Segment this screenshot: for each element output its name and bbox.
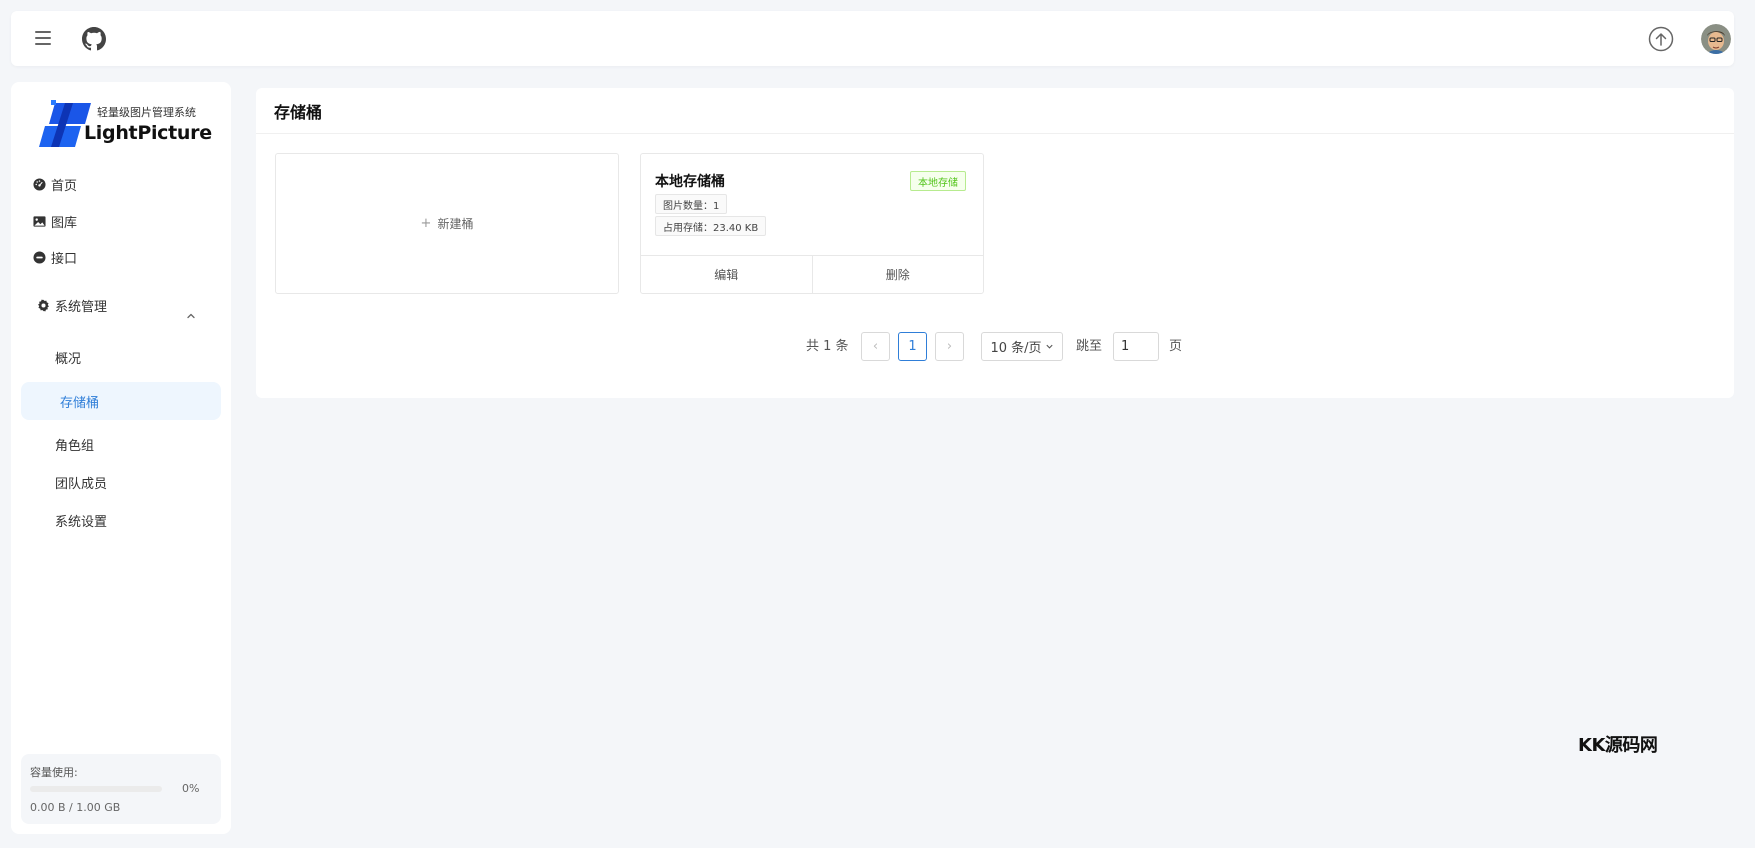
pagination-page-suffix: 页 <box>1169 339 1183 354</box>
github-icon[interactable] <box>82 27 106 51</box>
new-bucket-label: 新建桶 <box>437 217 474 231</box>
chevron-up-icon[interactable] <box>185 310 197 322</box>
sidebar-item-roles[interactable]: 角色组 <box>55 429 94 459</box>
sidebar-item-buckets[interactable]: 存储桶 <box>21 382 221 420</box>
quota-percent: 0% <box>182 782 200 795</box>
sidebar: 轻量级图片管理系统 LightPicture 首页 图库 接口 系统管理 概况 … <box>11 82 231 834</box>
plus-icon: + <box>420 216 432 231</box>
sidebar-group-label: 系统管理 <box>55 299 108 315</box>
chevron-down-icon <box>1045 344 1053 349</box>
pagination-prev-button[interactable]: ‹ <box>861 332 890 361</box>
main-header: 存储桶 <box>256 88 1734 134</box>
page-size-select[interactable]: 10 条/页 <box>981 332 1063 361</box>
sidebar-item-api[interactable]: 接口 <box>33 242 77 272</box>
bucket-type-tag: 本地存储 <box>910 171 966 191</box>
page-title: 存储桶 <box>274 102 323 122</box>
gear-icon <box>38 298 49 312</box>
sidebar-item-team[interactable]: 团队成员 <box>55 467 107 497</box>
new-bucket-button[interactable]: + 新建桶 <box>275 153 619 294</box>
pagination-total: 共 1 条 <box>806 339 849 354</box>
pagination-jump-label: 跳至 <box>1076 339 1103 354</box>
bucket-image-count: 图片数量：1 <box>655 194 728 214</box>
bucket-actions: 编辑 删除 <box>641 255 983 293</box>
sidebar-item-overview[interactable]: 概况 <box>55 342 81 372</box>
watermark: KK源码网 <box>1578 735 1658 756</box>
quota-usage: 0.00 B / 1.00 GB <box>30 801 121 814</box>
api-icon <box>33 250 46 264</box>
page-size-value: 10 条/页 <box>990 341 1042 356</box>
sidebar-item-label: 接口 <box>51 251 78 267</box>
avatar[interactable] <box>1701 24 1731 54</box>
image-icon <box>33 215 46 227</box>
logo-subtitle: 轻量级图片管理系统 <box>97 106 196 119</box>
bucket-name: 本地存储桶 <box>655 174 725 190</box>
edit-button[interactable]: 编辑 <box>641 256 812 293</box>
logo-name: LightPicture <box>84 122 212 144</box>
sidebar-item-settings[interactable]: 系统设置 <box>55 505 107 535</box>
delete-button[interactable]: 删除 <box>811 256 984 293</box>
sidebar-item-home[interactable]: 首页 <box>33 169 77 199</box>
main-panel: 存储桶 + 新建桶 本地存储桶 本地存储 图片数量：1 占用存储：23.40 K… <box>256 88 1734 398</box>
hamburger-icon[interactable] <box>33 28 53 48</box>
bucket-storage-used: 占用存储：23.40 KB <box>655 216 767 236</box>
quota-label: 容量使用: <box>30 766 78 779</box>
dashboard-icon <box>33 177 46 191</box>
upload-icon[interactable] <box>1648 26 1674 52</box>
sidebar-item-label: 图库 <box>51 215 78 231</box>
sidebar-item-gallery[interactable]: 图库 <box>33 206 77 236</box>
quota-panel: 容量使用: 0% 0.00 B / 1.00 GB <box>21 754 221 824</box>
top-bar <box>11 11 1734 66</box>
sidebar-item-label: 首页 <box>51 178 78 194</box>
quota-progress-bar <box>30 786 162 792</box>
pagination-jump-input[interactable] <box>1113 332 1159 361</box>
pagination-next-button[interactable]: › <box>935 332 964 361</box>
sidebar-group-system[interactable]: 系统管理 <box>37 290 107 320</box>
bucket-card: 本地存储桶 本地存储 图片数量：1 占用存储：23.40 KB 编辑 删除 <box>640 153 984 294</box>
pagination-page-1[interactable]: 1 <box>898 332 927 361</box>
